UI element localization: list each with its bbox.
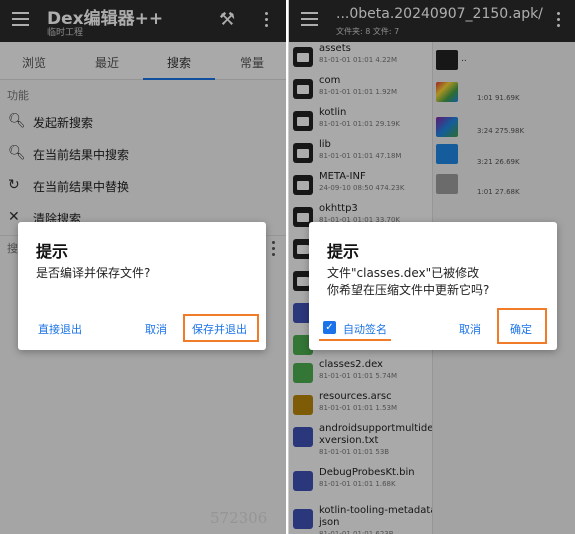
cancel-button[interactable]: 取消: [459, 321, 481, 337]
dialog-message: 是否编译并保存文件?: [36, 266, 151, 280]
exit-without-save-button[interactable]: 直接退出: [38, 321, 82, 337]
dialog-message-line1: 文件"classes.dex"已被修改: [327, 266, 480, 280]
dialog-title: 提示: [327, 242, 360, 261]
highlight-box: [497, 308, 547, 344]
update-archive-dialog: 提示 文件"classes.dex"已被修改 你希望在压缩文件中更新它吗? ✓ …: [309, 222, 557, 350]
dialog-title: 提示: [36, 242, 69, 261]
watermark: 572306: [210, 509, 268, 527]
left-screen: Dex编辑器++ 临时工程 ⚒ 浏览 最近 搜索 常量 功能 🔍︎ 发起新搜索 …: [0, 0, 286, 534]
auto-sign-checkbox[interactable]: ✓: [323, 321, 336, 334]
cancel-button[interactable]: 取消: [145, 321, 167, 337]
auto-sign-label[interactable]: 自动签名: [343, 321, 387, 337]
dialog-message-line2: 你希望在压缩文件中更新它吗?: [327, 283, 490, 297]
comparison-screenshot: Dex编辑器++ 临时工程 ⚒ 浏览 最近 搜索 常量 功能 🔍︎ 发起新搜索 …: [0, 0, 575, 534]
highlight-box: [183, 314, 259, 342]
save-dialog: 提示 是否编译并保存文件? 直接退出 取消 保存并退出: [18, 222, 266, 350]
right-screen: ...0beta.20240907_2150.apk/ 文件夹: 8 文件: 7…: [288, 0, 575, 534]
highlight-underline: [319, 339, 391, 341]
